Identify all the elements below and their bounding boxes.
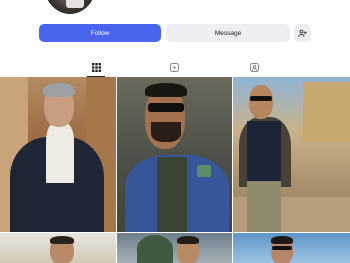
posts-grid <box>0 77 350 263</box>
tab-reels[interactable] <box>164 60 184 77</box>
post-thumbnail[interactable] <box>233 77 350 232</box>
post-thumbnail[interactable] <box>117 77 232 232</box>
message-button[interactable]: Message <box>166 24 290 42</box>
tab-tagged[interactable] <box>244 60 264 77</box>
profile-tabs <box>0 60 350 77</box>
post-thumbnail[interactable] <box>0 233 116 263</box>
follow-button[interactable]: Follow <box>39 24 161 42</box>
tagged-icon <box>249 63 259 72</box>
post-thumbnail[interactable] <box>117 233 232 263</box>
profile-avatar[interactable] <box>44 0 96 14</box>
grid-icon <box>91 63 101 72</box>
add-friend-button[interactable] <box>294 24 311 42</box>
post-thumbnail[interactable] <box>0 77 116 232</box>
reels-icon <box>169 63 179 72</box>
tab-posts[interactable] <box>86 60 106 77</box>
person-plus-icon <box>298 29 307 37</box>
post-thumbnail[interactable] <box>233 233 350 263</box>
